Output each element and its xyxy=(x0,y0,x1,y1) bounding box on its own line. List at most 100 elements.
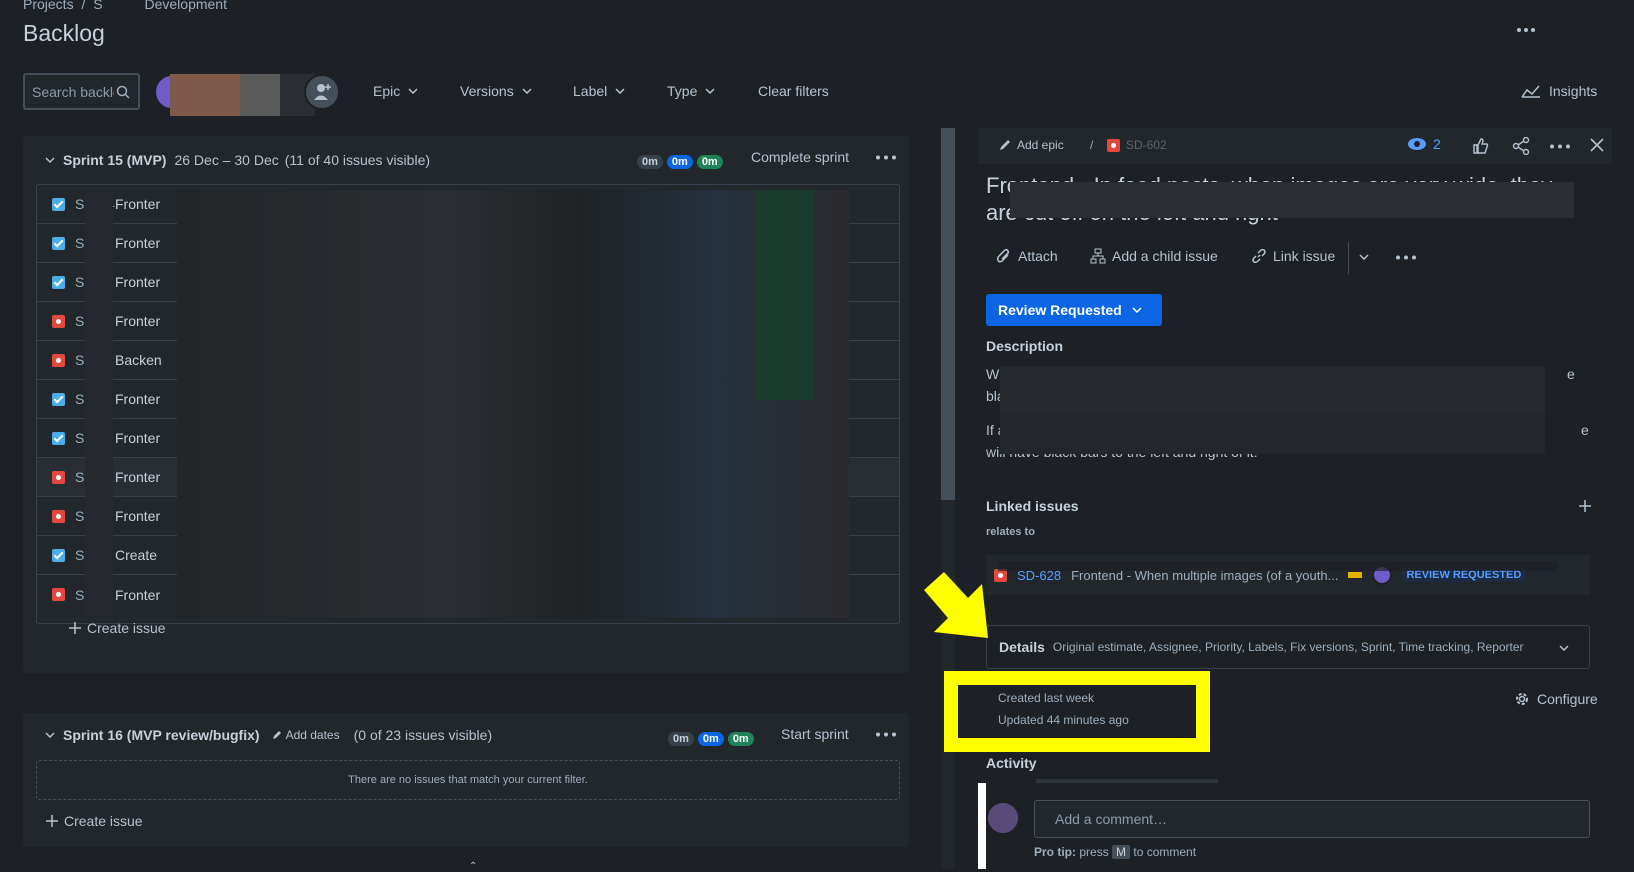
create-issue-button[interactable]: Create issue xyxy=(69,620,166,636)
story-icon xyxy=(52,431,65,445)
add-epic-button[interactable]: Add epic xyxy=(999,138,1064,152)
bug-icon xyxy=(52,509,65,523)
clear-filters-button[interactable]: Clear filters xyxy=(758,83,829,99)
linked-issues-label: Linked issues xyxy=(986,498,1079,514)
sprint-name: Sprint 16 (MVP review/bugfix) xyxy=(63,727,260,743)
issue-summary: Fronter xyxy=(115,469,161,485)
priority-icon xyxy=(1348,572,1363,578)
thumbs-up-icon[interactable] xyxy=(1472,137,1490,155)
bug-icon xyxy=(52,588,65,601)
pencil-icon xyxy=(1000,140,1010,150)
hierarchy-icon xyxy=(1090,248,1106,264)
issue-detail-panel: Add epic / SD-602 2 Frontend - In feed p… xyxy=(978,128,1612,869)
annotation-arrow-icon xyxy=(924,572,988,638)
eye-icon xyxy=(1408,138,1426,150)
breadcrumb-project[interactable]: S Development xyxy=(93,0,231,12)
more-icon[interactable] xyxy=(876,732,896,737)
bug-icon xyxy=(52,314,65,328)
gear-icon xyxy=(1516,693,1528,705)
story-icon xyxy=(52,197,65,211)
scrollbar[interactable] xyxy=(941,128,955,869)
more-icon[interactable] xyxy=(1550,144,1570,149)
sprint-header[interactable]: Sprint 16 (MVP review/bugfix) Add dates … xyxy=(23,715,909,755)
issue-summary: Backen xyxy=(115,352,162,368)
chevron-down-icon xyxy=(408,88,418,94)
sprint-visible-count: (0 of 23 issues visible) xyxy=(353,727,493,743)
start-sprint-button[interactable]: Start sprint xyxy=(781,726,849,742)
paperclip-icon xyxy=(996,248,1010,263)
search-icon xyxy=(116,85,130,99)
add-dates-button[interactable]: Add dates xyxy=(272,728,340,742)
more-actions-icon[interactable] xyxy=(1516,20,1536,40)
comment-input[interactable]: Add a comment… xyxy=(1034,800,1590,838)
story-icon xyxy=(52,275,65,289)
chevron-down-icon xyxy=(615,88,625,94)
issue-summary: Fronter xyxy=(115,274,161,290)
sprint-visible-count: (11 of 40 issues visible) xyxy=(284,152,431,168)
bug-icon xyxy=(52,470,65,484)
issue-summary: Fronter xyxy=(115,235,161,251)
annotation-highlight xyxy=(944,671,1210,752)
details-section[interactable]: Details Original estimate, Assignee, Pri… xyxy=(986,625,1590,669)
chevron-down-icon[interactable] xyxy=(1359,254,1369,260)
complete-sprint-button[interactable]: Complete sprint xyxy=(751,149,849,165)
breadcrumb-separator: / xyxy=(81,0,86,12)
chevron-up-icon[interactable]: ⌃ xyxy=(469,861,477,872)
label-filter[interactable]: Label xyxy=(573,83,625,99)
story-icon xyxy=(52,392,65,406)
status-button[interactable]: Review Requested xyxy=(986,294,1162,326)
story-icon xyxy=(52,236,65,250)
plus-icon xyxy=(46,815,58,827)
bug-icon xyxy=(52,353,65,367)
chevron-down-icon xyxy=(1559,645,1569,651)
issue-summary: Fronter xyxy=(115,391,161,407)
link-issue-button[interactable]: Link issue xyxy=(1251,248,1335,264)
issue-key-link[interactable]: SD-602 xyxy=(1107,138,1167,152)
search-input[interactable]: Search backlog xyxy=(23,73,140,110)
sprint-header[interactable]: Sprint 15 (MVP) 26 Dec – 30 Dec (11 of 4… xyxy=(23,140,909,180)
sprint-15-panel: Sprint 15 (MVP) 26 Dec – 30 Dec (11 of 4… xyxy=(23,136,909,673)
close-icon[interactable] xyxy=(1589,137,1605,153)
issue-summary: Fronter xyxy=(115,313,161,329)
watch-button[interactable]: 2 xyxy=(1407,136,1441,152)
sprint-dates: 26 Dec – 30 Dec xyxy=(174,152,279,168)
estimate-inprogress: 0m xyxy=(666,155,693,169)
link-icon xyxy=(1252,248,1266,264)
relates-to-label: relates to xyxy=(986,526,1035,538)
configure-button[interactable]: Configure xyxy=(1513,690,1598,708)
empty-sprint-message: There are no issues that match your curr… xyxy=(36,760,900,800)
chevron-down-icon[interactable] xyxy=(45,157,55,163)
create-issue-button[interactable]: Create issue xyxy=(46,813,143,829)
avatar xyxy=(986,801,1020,835)
pencil-icon xyxy=(272,731,281,739)
activity-label: Activity xyxy=(986,755,1037,771)
assignee-avatars[interactable] xyxy=(154,72,340,116)
chevron-down-icon xyxy=(522,88,532,94)
story-icon xyxy=(52,548,65,562)
estimate-inprogress: 0m xyxy=(697,732,724,746)
insights-button[interactable]: Insights xyxy=(1521,83,1597,99)
sprint-name: Sprint 15 (MVP) xyxy=(63,152,167,168)
estimate-todo: 0m xyxy=(668,732,694,746)
breadcrumb: Projects / S Development xyxy=(23,0,235,12)
issue-summary: Fronter xyxy=(115,430,161,446)
bug-icon xyxy=(1107,138,1120,152)
share-icon[interactable] xyxy=(1512,137,1530,155)
scrollbar-thumb[interactable] xyxy=(941,128,955,500)
plus-icon[interactable] xyxy=(1579,500,1591,512)
estimate-done: 0m xyxy=(696,155,723,169)
description-label: Description xyxy=(986,338,1064,354)
versions-filter[interactable]: Versions xyxy=(460,83,532,99)
add-people-icon[interactable] xyxy=(304,74,340,110)
issue-summary: Fronter xyxy=(115,508,161,524)
activity-tabs[interactable] xyxy=(1036,779,1218,783)
chevron-down-icon[interactable] xyxy=(45,732,55,738)
more-icon[interactable] xyxy=(1396,255,1416,260)
add-child-issue-button[interactable]: Add a child issue xyxy=(1090,248,1218,264)
more-icon[interactable] xyxy=(876,155,896,160)
type-filter[interactable]: Type xyxy=(667,83,715,99)
breadcrumb-projects[interactable]: Projects xyxy=(23,0,74,12)
attach-button[interactable]: Attach xyxy=(996,248,1058,264)
epic-filter[interactable]: Epic xyxy=(373,83,418,99)
pro-tip: Pro tip: press M to comment xyxy=(1034,845,1197,859)
